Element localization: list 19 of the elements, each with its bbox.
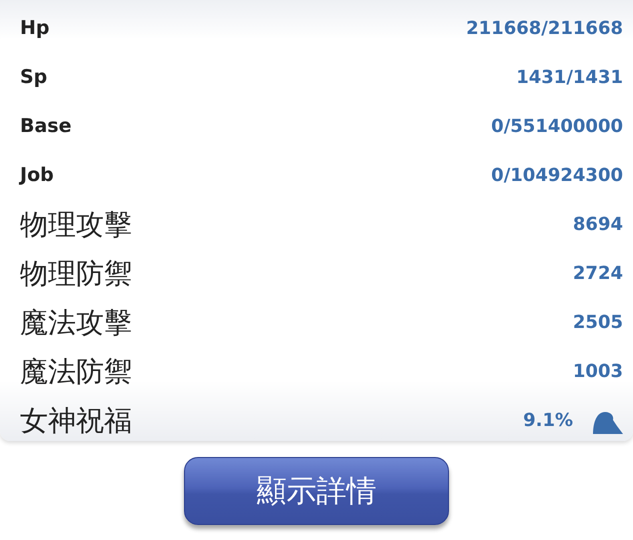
stat-label: 魔法攻擊 <box>20 308 132 336</box>
stat-label: Hp <box>20 16 50 42</box>
stat-label: Sp <box>20 65 48 90</box>
stat-value: 2505 <box>572 311 623 335</box>
stat-value: 1003 <box>572 360 623 384</box>
stat-value: 0/551400000 <box>491 115 623 139</box>
stat-value: 2724 <box>572 262 623 286</box>
stat-label: 物理防禦 <box>20 260 132 288</box>
stat-value: 211668/211668 <box>466 17 623 41</box>
stat-value: 0/104924300 <box>491 164 623 188</box>
stat-label: 物理攻擊 <box>20 210 132 238</box>
stat-value: 8694 <box>572 213 623 237</box>
stat-value: 9.1% <box>523 409 573 433</box>
stat-label: Base <box>20 114 72 140</box>
stat-value: 1431/1431 <box>516 66 623 90</box>
stat-label: 魔法防禦 <box>20 358 132 386</box>
stat-label: Job <box>20 163 54 188</box>
stat-label: 女神祝福 <box>20 406 132 434</box>
show-details-button[interactable]: 顯示詳情 <box>184 457 449 525</box>
